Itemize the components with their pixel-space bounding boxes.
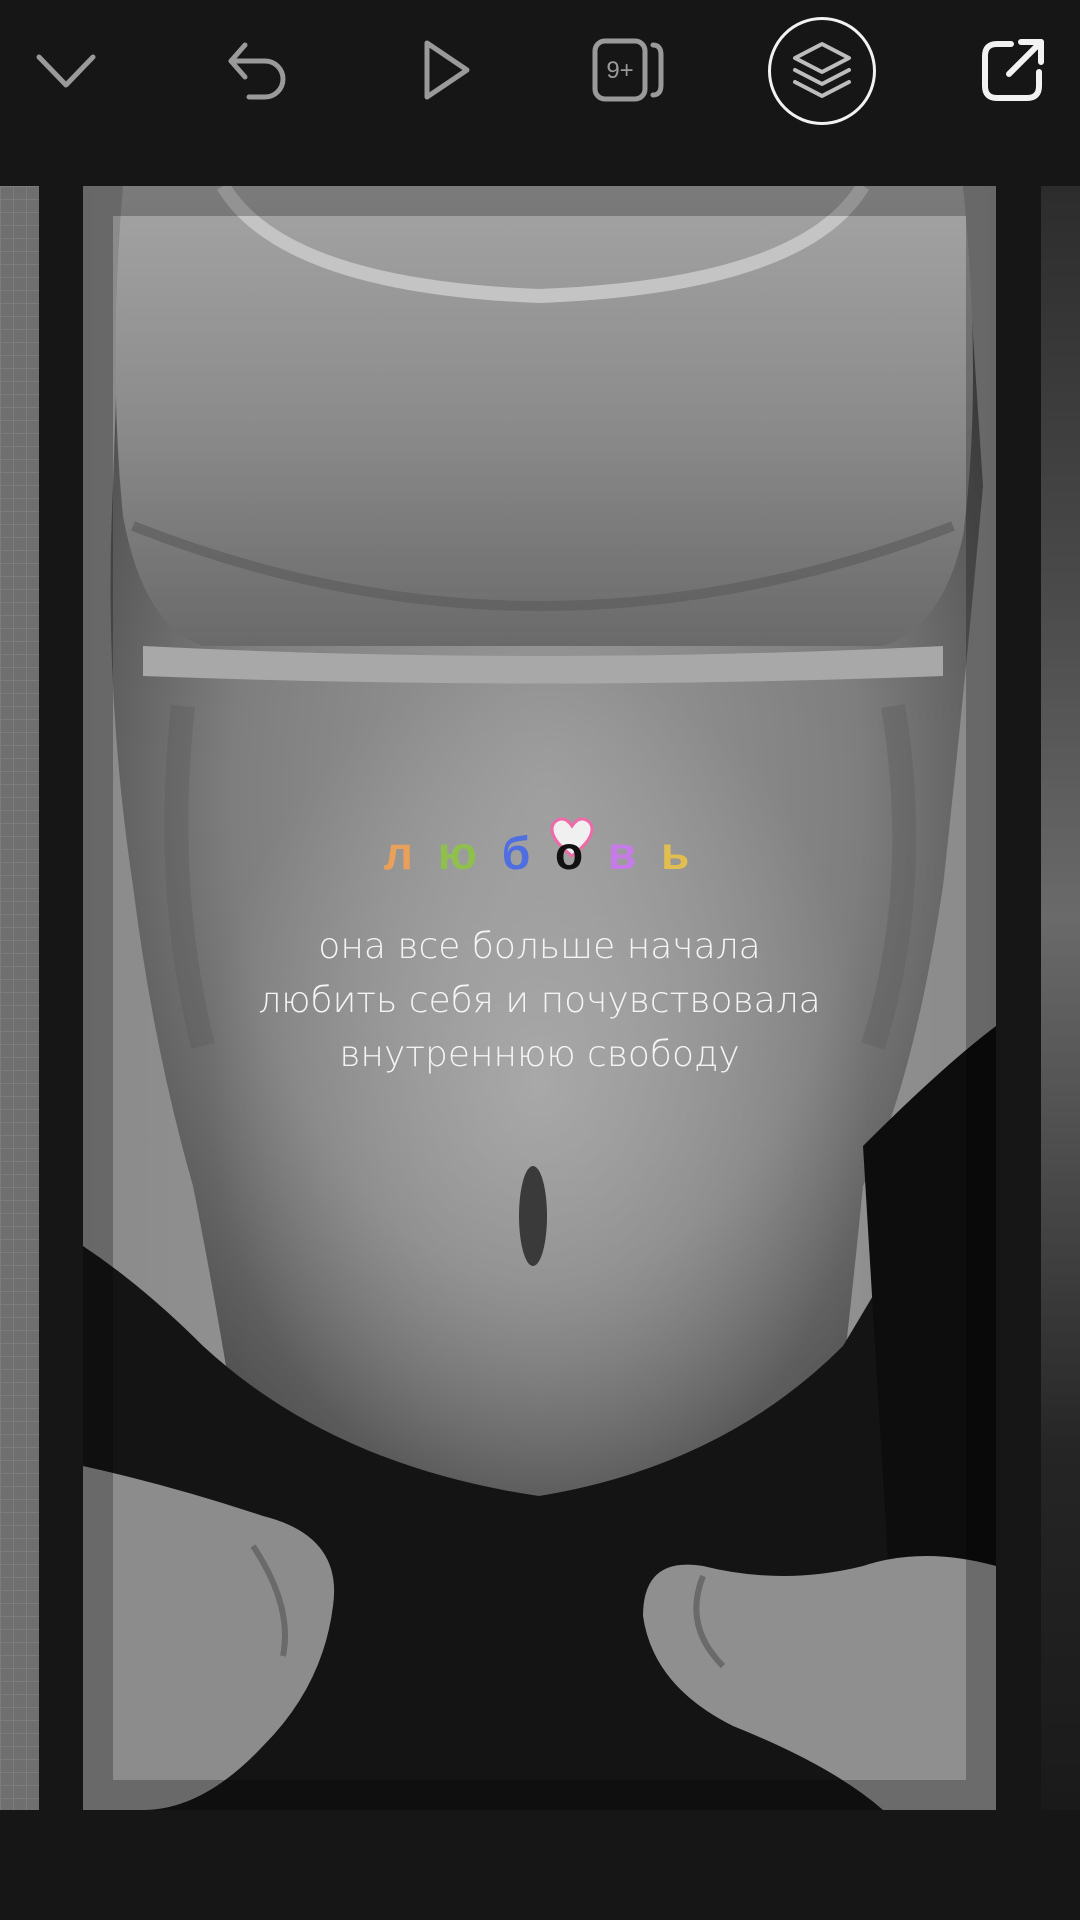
layers-icon: [793, 42, 851, 98]
title-word[interactable]: л ю б о в ь: [83, 817, 996, 880]
caption-line-2: любить себя и почувствовала: [258, 980, 821, 1021]
caption-line-3: внутреннюю свободу: [339, 1034, 740, 1075]
previous-slide-preview[interactable]: [0, 186, 39, 1810]
title-letter-1: л: [383, 827, 419, 879]
chevron-down-icon: [36, 54, 96, 88]
svg-text:9+: 9+: [606, 57, 633, 84]
play-icon: [424, 40, 470, 100]
pages-button[interactable]: 9+: [573, 14, 685, 126]
caption-line-1: она все больше начала: [318, 926, 761, 967]
undo-icon: [228, 42, 286, 100]
share-icon: [982, 39, 1044, 101]
layers-button[interactable]: [768, 17, 876, 125]
title-letter-3: б: [501, 827, 537, 879]
collapse-button[interactable]: [10, 14, 122, 126]
undo-button[interactable]: [203, 14, 315, 126]
pages-count-icon: 9+: [592, 38, 664, 102]
next-slide-preview[interactable]: [1041, 186, 1080, 1810]
share-button[interactable]: [957, 14, 1069, 126]
canvas-area: л ю б о в ь она все больше начала любить…: [0, 186, 1080, 1810]
title-letter-6: ь: [660, 827, 696, 879]
play-button[interactable]: [388, 14, 500, 126]
caption-text[interactable]: она все больше начала любить себя и почу…: [83, 920, 996, 1082]
story-editor: 9+ л ю б о в ь она все больше начала люб…: [0, 0, 1080, 1920]
title-letter-5: в: [607, 827, 643, 879]
current-slide[interactable]: л ю б о в ь она все больше начала любить…: [83, 186, 996, 1810]
title-letter-2: ю: [437, 827, 484, 879]
title-letter-4: о: [550, 817, 594, 880]
top-toolbar: 9+: [0, 0, 1080, 145]
title-letter-4-char: о: [555, 827, 590, 879]
